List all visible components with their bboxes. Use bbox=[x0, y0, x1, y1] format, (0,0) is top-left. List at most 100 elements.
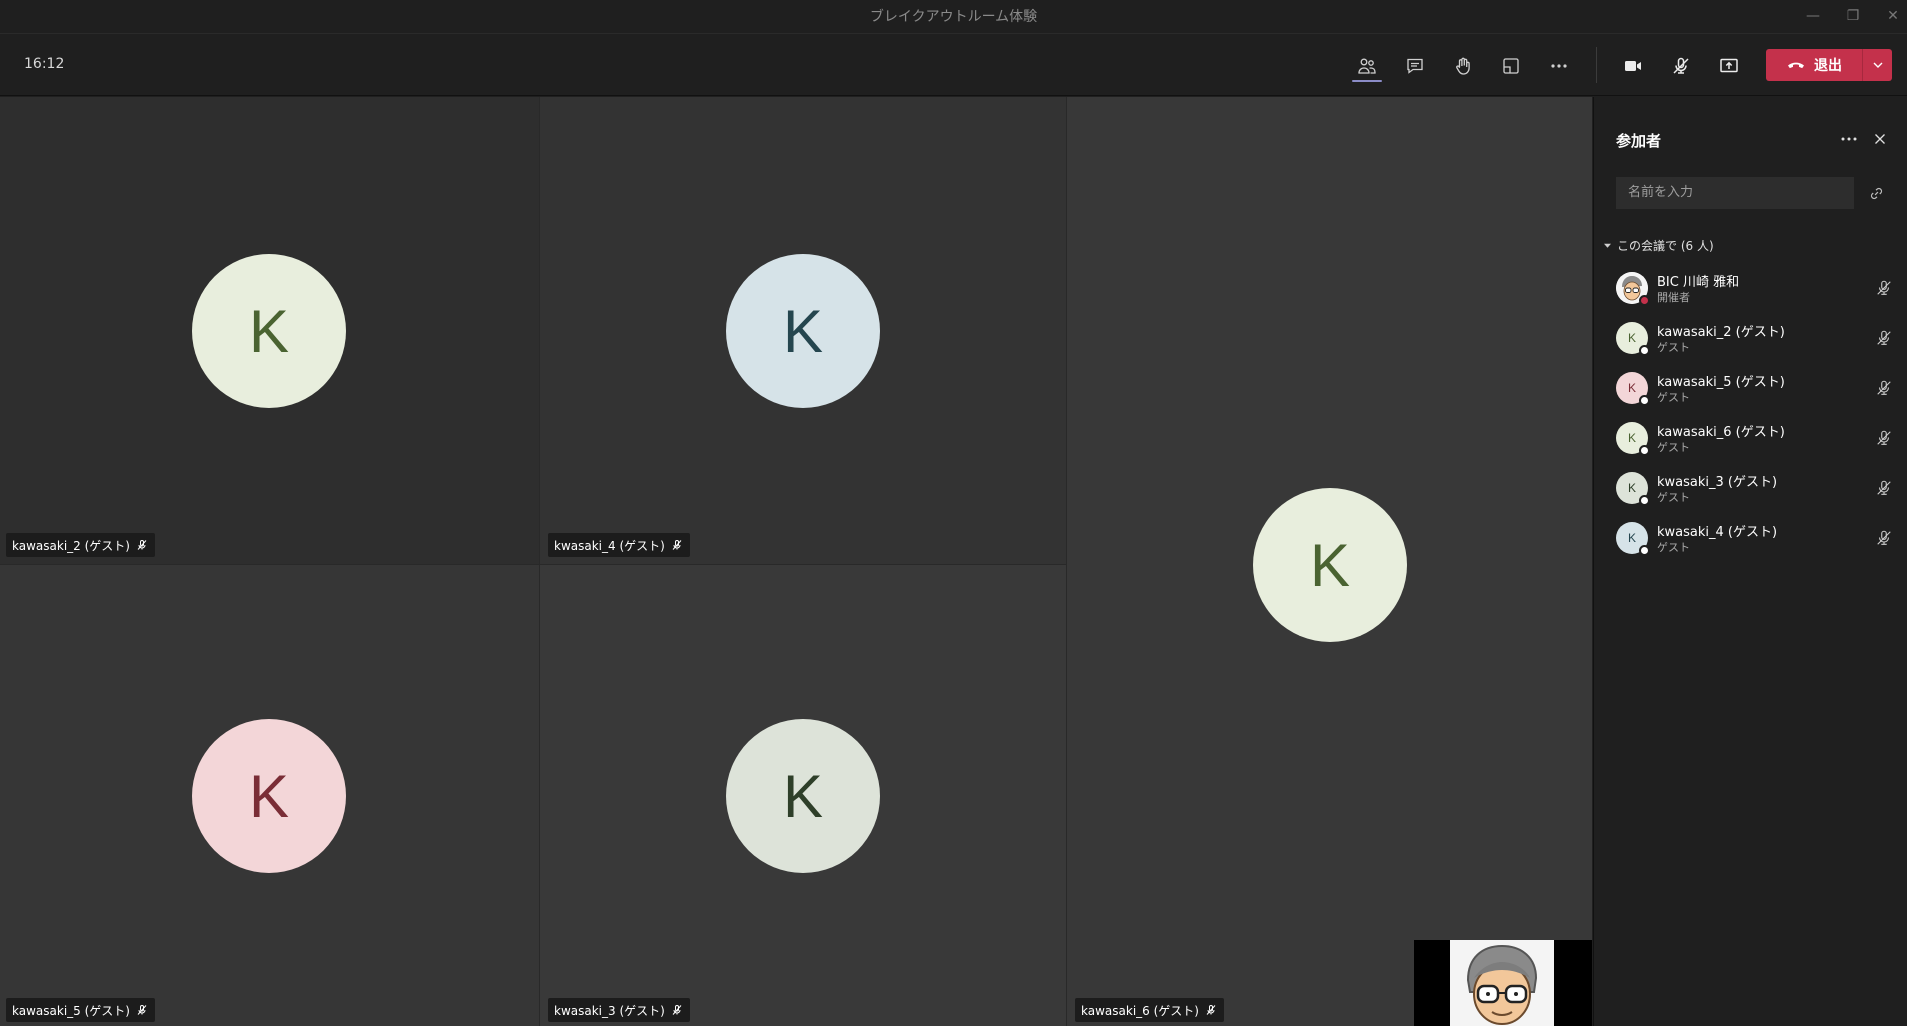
panel-title: 参加者 bbox=[1616, 132, 1662, 150]
self-view-video[interactable] bbox=[1414, 940, 1592, 1026]
active-tab-indicator bbox=[1352, 80, 1382, 82]
chat-button[interactable] bbox=[1398, 49, 1432, 83]
mic-off-icon bbox=[1877, 330, 1891, 345]
mic-off-icon bbox=[1206, 1005, 1216, 1015]
participant-row[interactable]: K kwasaki_4 (ゲスト) ゲスト bbox=[1594, 514, 1907, 564]
participant-name: kwasaki_4 (ゲスト) bbox=[554, 538, 665, 553]
presence-status-dot bbox=[1639, 445, 1650, 456]
participant-role: ゲスト bbox=[1657, 491, 1690, 504]
camera-button[interactable] bbox=[1616, 49, 1650, 83]
mic-off-icon bbox=[1877, 280, 1891, 295]
participant-mic-status bbox=[1874, 378, 1894, 398]
leave-button-group: 退出 bbox=[1766, 49, 1892, 81]
video-tile[interactable]: K kawasaki_2 (ゲスト) bbox=[0, 97, 539, 564]
close-icon bbox=[1875, 134, 1885, 144]
mic-off-icon bbox=[1877, 530, 1891, 545]
participant-avatar: K bbox=[726, 719, 880, 873]
minimize-button[interactable]: — bbox=[1798, 4, 1828, 28]
participant-name: BIC 川崎 雅和 bbox=[1657, 275, 1740, 290]
video-tile[interactable]: K kawasaki_6 (ゲスト) bbox=[1067, 97, 1592, 1026]
participant-name: kawasaki_2 (ゲスト) bbox=[12, 538, 130, 553]
participant-avatar: K bbox=[1253, 488, 1407, 642]
mic-off-icon bbox=[1877, 480, 1891, 495]
participant-row[interactable]: K kawasaki_6 (ゲスト) ゲスト bbox=[1594, 414, 1907, 464]
more-options-button[interactable] bbox=[1542, 49, 1576, 83]
close-panel-button[interactable] bbox=[1868, 127, 1892, 151]
video-tile[interactable]: K kwasaki_3 (ゲスト) bbox=[540, 565, 1066, 1026]
participant-name-tag: kwasaki_4 (ゲスト) bbox=[548, 533, 690, 557]
participant-name: kawasaki_6 (ゲスト) bbox=[1081, 1003, 1199, 1018]
leave-label: 退出 bbox=[1814, 58, 1842, 74]
presence-status-dot bbox=[1639, 545, 1650, 556]
teams-meeting-window: ブレイクアウトルーム体験 — ❐ ✕ 16:12 退出 K kawasaki_2… bbox=[0, 0, 1907, 1026]
presence-status-dot bbox=[1639, 345, 1650, 356]
participant-role: ゲスト bbox=[1657, 341, 1690, 354]
section-label: この会議で (6 人) bbox=[1617, 239, 1714, 253]
participant-avatar: K bbox=[192, 254, 346, 408]
participant-name: kawasaki_5 (ゲスト) bbox=[1657, 375, 1785, 390]
video-tile[interactable]: K kwasaki_4 (ゲスト) bbox=[540, 97, 1066, 564]
restore-button[interactable]: ❐ bbox=[1838, 4, 1868, 28]
self-avatar-image bbox=[1450, 940, 1554, 1026]
participants-panel: 参加者 この会議で (6 人) bbox=[1593, 97, 1907, 1026]
chat-icon bbox=[1407, 58, 1423, 74]
share-invite-button[interactable] bbox=[1864, 181, 1888, 205]
participant-name-tag: kawasaki_5 (ゲスト) bbox=[6, 998, 155, 1022]
participant-role: ゲスト bbox=[1657, 391, 1690, 404]
participant-avatar: K bbox=[192, 719, 346, 873]
video-tile[interactable]: K kawasaki_5 (ゲスト) bbox=[0, 565, 539, 1026]
participant-name-tag: kawasaki_6 (ゲスト) bbox=[1075, 998, 1224, 1022]
chevron-down-icon bbox=[1873, 62, 1882, 68]
in-meeting-section-header[interactable]: この会議で (6 人) bbox=[1604, 237, 1714, 254]
meeting-timer: 16:12 bbox=[24, 56, 65, 72]
participant-row[interactable]: K kwasaki_3 (ゲスト) ゲスト bbox=[1594, 464, 1907, 514]
window-title: ブレイクアウトルーム体験 bbox=[869, 9, 1038, 25]
leave-button[interactable]: 退出 bbox=[1766, 49, 1862, 81]
toolbar-separator bbox=[1596, 47, 1597, 83]
breakout-rooms-button[interactable] bbox=[1494, 49, 1528, 83]
share-screen-icon bbox=[1720, 58, 1738, 73]
mute-button[interactable] bbox=[1664, 49, 1698, 83]
participant-mic-status bbox=[1874, 528, 1894, 548]
mic-off-icon bbox=[672, 540, 682, 550]
participant-mic-status bbox=[1874, 278, 1894, 298]
chevron-down-icon bbox=[1604, 243, 1611, 248]
participant-name: kawasaki_6 (ゲスト) bbox=[1657, 425, 1785, 440]
more-options-icon bbox=[1551, 64, 1567, 68]
participant-name-tag: kwasaki_3 (ゲスト) bbox=[548, 998, 690, 1022]
participant-role: ゲスト bbox=[1657, 441, 1690, 454]
participant-mic-status bbox=[1874, 478, 1894, 498]
breakout-rooms-icon bbox=[1503, 58, 1519, 74]
participant-row[interactable]: K kawasaki_2 (ゲスト) ゲスト bbox=[1594, 314, 1907, 364]
panel-more-options-button[interactable] bbox=[1834, 127, 1864, 151]
raise-hand-icon bbox=[1456, 57, 1470, 75]
participant-name-tag: kawasaki_2 (ゲスト) bbox=[6, 533, 155, 557]
participant-row[interactable]: BIC 川崎 雅和 開催者 bbox=[1594, 264, 1907, 314]
participant-row[interactable]: K kawasaki_5 (ゲスト) ゲスト bbox=[1594, 364, 1907, 414]
mic-off-icon bbox=[672, 1005, 682, 1015]
hang-up-icon bbox=[1788, 62, 1804, 69]
participant-avatar: K bbox=[726, 254, 880, 408]
participant-name: kawasaki_2 (ゲスト) bbox=[1657, 325, 1785, 340]
mic-off-icon bbox=[1673, 57, 1689, 74]
mic-off-icon bbox=[1877, 430, 1891, 445]
leave-options-dropdown[interactable] bbox=[1863, 49, 1892, 81]
close-window-button[interactable]: ✕ bbox=[1878, 4, 1907, 28]
video-grid: K kawasaki_2 (ゲスト) K kwasaki_4 (ゲスト) K k… bbox=[0, 97, 1592, 1026]
mic-off-icon bbox=[1877, 380, 1891, 395]
people-button[interactable] bbox=[1350, 49, 1384, 83]
participant-name: kwasaki_4 (ゲスト) bbox=[1657, 525, 1778, 540]
mic-off-icon bbox=[137, 540, 147, 550]
participant-mic-status bbox=[1874, 328, 1894, 348]
participant-search-input[interactable] bbox=[1616, 177, 1854, 209]
participant-name: kwasaki_3 (ゲスト) bbox=[554, 1003, 665, 1018]
link-icon bbox=[1870, 187, 1882, 199]
presence-status-dot bbox=[1639, 495, 1650, 506]
cartoon-face-icon bbox=[1466, 944, 1538, 1025]
more-options-icon bbox=[1841, 137, 1857, 141]
raise-hand-button[interactable] bbox=[1446, 49, 1480, 83]
share-screen-button[interactable] bbox=[1712, 49, 1746, 83]
title-bar: ブレイクアウトルーム体験 — ❐ ✕ bbox=[0, 0, 1907, 34]
meeting-toolbar: 16:12 退出 bbox=[0, 35, 1907, 96]
people-icon bbox=[1358, 58, 1376, 74]
